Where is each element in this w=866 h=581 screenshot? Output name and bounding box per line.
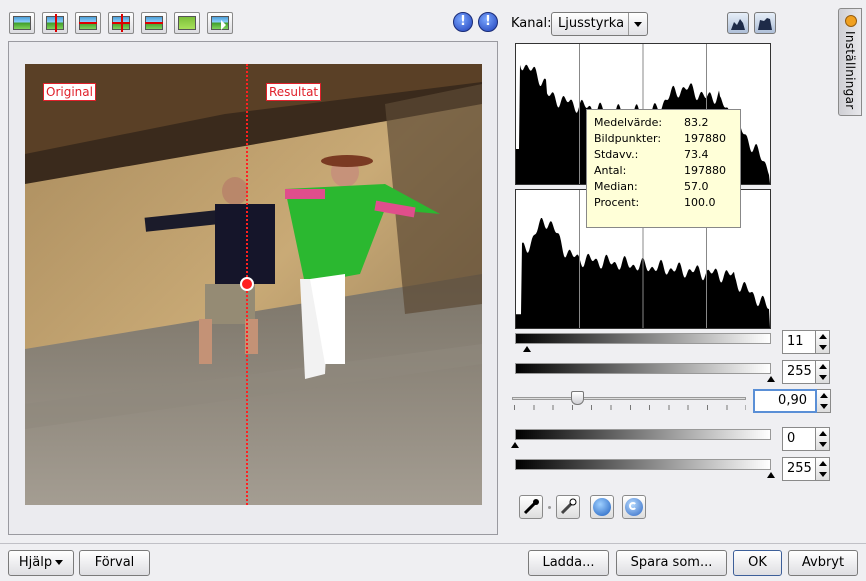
output-low-spin[interactable]: 0	[782, 427, 830, 451]
wrench-icon	[845, 15, 857, 27]
help-label: Hjälp	[18, 555, 53, 570]
split-cross-button[interactable]	[108, 12, 134, 34]
dropdown-arrow-icon	[55, 560, 64, 565]
defaults-label: Förval	[94, 555, 135, 570]
input-high-handle[interactable]	[767, 376, 775, 382]
result-only-icon	[178, 16, 196, 30]
preview-image[interactable]: Original Resultat	[25, 64, 482, 505]
pick-cursor-icon	[211, 16, 229, 30]
single-preview-icon	[13, 16, 31, 30]
input-high-field[interactable]: 255	[782, 360, 816, 384]
output-gradient-high[interactable]	[515, 459, 771, 470]
separator-dot	[548, 506, 551, 509]
channel-select[interactable]: Ljusstyrka	[551, 12, 648, 36]
gamma-spin[interactable]: 0,90	[753, 389, 831, 413]
input-low-field[interactable]: 11	[782, 330, 816, 354]
split-handle[interactable]	[240, 277, 254, 291]
output-low-field[interactable]: 0	[782, 427, 816, 451]
chevron-down-icon	[628, 13, 648, 35]
output-high-handle[interactable]	[767, 472, 775, 478]
split-horizontal-button[interactable]	[75, 12, 101, 34]
original-label: Original	[43, 83, 96, 101]
log-histogram-icon[interactable]	[754, 12, 776, 34]
input-gradient[interactable]	[515, 333, 771, 344]
gamma-field[interactable]: 0,90	[753, 389, 817, 413]
stat-row: Bildpunkter: 197880	[594, 132, 726, 145]
split-vertical-button[interactable]	[42, 12, 68, 34]
channel-value: Ljusstyrka	[558, 16, 625, 31]
cancel-button[interactable]: Avbryt	[788, 550, 858, 576]
settings-tab[interactable]: Inställningar	[838, 8, 862, 116]
single-preview-button[interactable]	[9, 12, 35, 34]
black-point-picker-icon[interactable]	[519, 495, 543, 519]
result-label: Resultat	[266, 83, 322, 101]
stat-row: Stdavv.: 73.4	[594, 148, 709, 161]
input-low-handle[interactable]	[523, 346, 531, 352]
ok-button[interactable]: OK	[733, 550, 782, 576]
load-button[interactable]: Ladda...	[528, 550, 609, 576]
result-only-button[interactable]	[174, 12, 200, 34]
output-low-handle[interactable]	[511, 442, 519, 448]
input-gradient-high[interactable]	[515, 363, 771, 374]
linear-histogram-icon[interactable]	[727, 12, 749, 34]
save-as-button[interactable]: Spara som...	[616, 550, 727, 576]
defaults-button[interactable]: Förval	[79, 550, 150, 576]
info-icon[interactable]: !	[453, 12, 473, 32]
bottom-divider	[0, 543, 866, 544]
auto-adjust-icon[interactable]	[590, 495, 614, 519]
split-cross-alt-button[interactable]	[141, 12, 167, 34]
output-high-field[interactable]: 255	[782, 457, 816, 481]
stat-row: Median: 57.0	[594, 180, 709, 193]
histogram-stats-tooltip: Medelvärde: 83.2 Bildpunkter: 197880 Stdav…	[586, 109, 741, 228]
help-button[interactable]: Hjälp	[8, 550, 74, 576]
gamma-track[interactable]	[512, 397, 746, 400]
stat-row: Medelvärde: 83.2	[594, 116, 709, 129]
gamma-handle[interactable]	[571, 391, 584, 405]
ok-label: OK	[748, 555, 767, 570]
input-high-spin[interactable]: 255	[782, 360, 830, 384]
white-point-picker-icon[interactable]	[556, 495, 580, 519]
gamma-ticks	[514, 405, 746, 410]
output-gradient[interactable]	[515, 429, 771, 440]
save-as-label: Spara som...	[630, 555, 713, 570]
input-low-spin[interactable]: 11	[782, 330, 830, 354]
info-icon[interactable]: !	[478, 12, 498, 32]
output-high-spin[interactable]: 255	[782, 457, 830, 481]
stat-row: Procent: 100.0	[594, 196, 716, 209]
load-label: Ladda...	[542, 555, 595, 570]
stat-row: Antal: 197880	[594, 164, 726, 177]
pick-cursor-button[interactable]	[207, 12, 233, 34]
settings-tab-label: Inställningar	[843, 31, 857, 110]
cancel-label: Avbryt	[801, 555, 845, 570]
channel-label: Kanal:	[511, 16, 552, 31]
reset-icon[interactable]	[622, 495, 646, 519]
